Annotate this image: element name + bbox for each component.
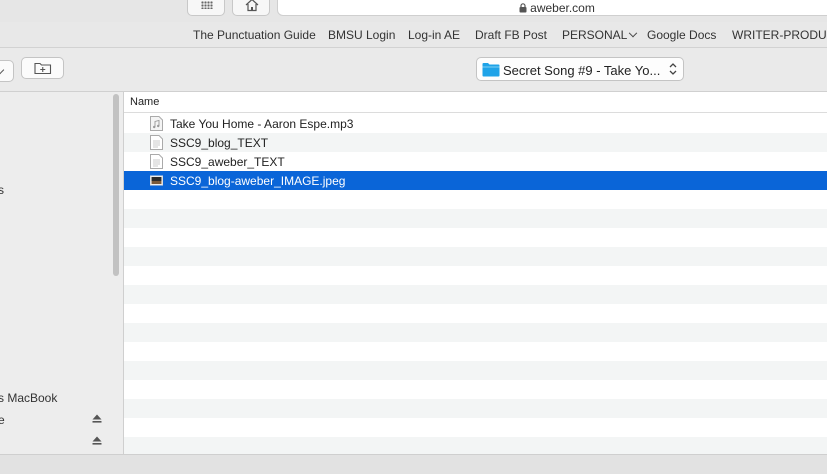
- favorite-google-docs[interactable]: Google Docs: [647, 28, 716, 42]
- empty-row: [124, 361, 827, 380]
- address-text: aweber.com: [530, 1, 595, 15]
- empty-row: [124, 437, 827, 454]
- empty-row: [124, 228, 827, 247]
- file-name: Take You Home - Aaron Espe.mp3: [170, 117, 354, 131]
- file-row-selected[interactable]: SSC9_blog-aweber_IMAGE.jpeg: [124, 171, 827, 190]
- file-name: SSC9_blog-aweber_IMAGE.jpeg: [170, 174, 346, 188]
- favorites-bar: The Punctuation Guide BMSU Login Log-in …: [0, 22, 827, 48]
- file-row[interactable]: SSC9_blog_TEXT: [124, 133, 827, 152]
- new-folder-button[interactable]: [21, 57, 64, 79]
- sidebar-scrollbar[interactable]: [113, 94, 119, 276]
- dialog-bottom-bar: [0, 454, 827, 474]
- empty-row: [124, 418, 827, 437]
- favorite-log-in-ae[interactable]: Log-in AE: [408, 28, 460, 42]
- image-file-icon: [150, 175, 163, 186]
- column-header-name[interactable]: Name: [130, 96, 159, 108]
- grid-icon: [201, 1, 213, 9]
- eject-icon[interactable]: [92, 414, 102, 423]
- favorite-writer-producer[interactable]: WRITER-PRODUC: [732, 28, 827, 42]
- empty-row: [124, 342, 827, 361]
- text-file-icon: [150, 135, 163, 150]
- new-folder-icon: [34, 62, 52, 75]
- home-button[interactable]: [232, 0, 270, 16]
- empty-row: [124, 380, 827, 399]
- favorite-personal-label: PERSONAL: [562, 28, 628, 42]
- audio-file-icon: [150, 116, 163, 131]
- sidebar: s s MacBook e: [0, 92, 124, 454]
- file-rows: Take You Home - Aaron Espe.mp3 SSC9_blog…: [124, 114, 827, 454]
- chevron-down-icon: [0, 65, 5, 75]
- home-icon: [245, 0, 259, 12]
- empty-row: [124, 323, 827, 342]
- top-sites-button[interactable]: [187, 0, 225, 16]
- empty-row: [124, 247, 827, 266]
- favorite-personal-folder[interactable]: PERSONAL: [562, 28, 638, 42]
- dialog-toolbar: Secret Song #9 - Take Yo...: [0, 48, 827, 92]
- empty-row: [124, 190, 827, 209]
- text-file-icon: [150, 154, 163, 169]
- list-header: Name: [124, 92, 827, 113]
- eject-icon[interactable]: [92, 436, 102, 445]
- favorite-draft-fb-post[interactable]: Draft FB Post: [475, 28, 547, 42]
- folder-icon: [482, 63, 500, 77]
- sidebar-item-volume[interactable]: e: [0, 413, 5, 427]
- browser-toolbar: aweber.com: [0, 0, 827, 22]
- file-name: SSC9_blog_TEXT: [170, 136, 269, 150]
- empty-row: [124, 285, 827, 304]
- file-name: SSC9_aweber_TEXT: [170, 155, 285, 169]
- file-list: Name Take You Home - Aaron Espe.mp3 SSC9…: [124, 92, 827, 454]
- up-down-chevron-icon: [669, 63, 677, 75]
- favorite-punctuation-guide[interactable]: The Punctuation Guide: [193, 28, 316, 42]
- file-row[interactable]: SSC9_aweber_TEXT: [124, 152, 827, 171]
- folder-location-popup[interactable]: Secret Song #9 - Take Yo...: [476, 57, 684, 81]
- address-bar[interactable]: aweber.com: [277, 0, 827, 16]
- chevron-down-icon: [629, 28, 638, 38]
- empty-row: [124, 304, 827, 323]
- sidebar-item-macbook[interactable]: s MacBook: [0, 391, 57, 405]
- sidebar-item-partial[interactable]: s: [0, 183, 4, 197]
- empty-row: [124, 399, 827, 418]
- lock-icon: [519, 3, 527, 13]
- current-folder-label: Secret Song #9 - Take Yo...: [503, 63, 661, 78]
- empty-row: [124, 266, 827, 285]
- empty-row: [124, 209, 827, 228]
- file-row[interactable]: Take You Home - Aaron Espe.mp3: [124, 114, 827, 133]
- favorite-bmsu-login[interactable]: BMSU Login: [328, 28, 395, 42]
- view-options-button[interactable]: [0, 60, 14, 82]
